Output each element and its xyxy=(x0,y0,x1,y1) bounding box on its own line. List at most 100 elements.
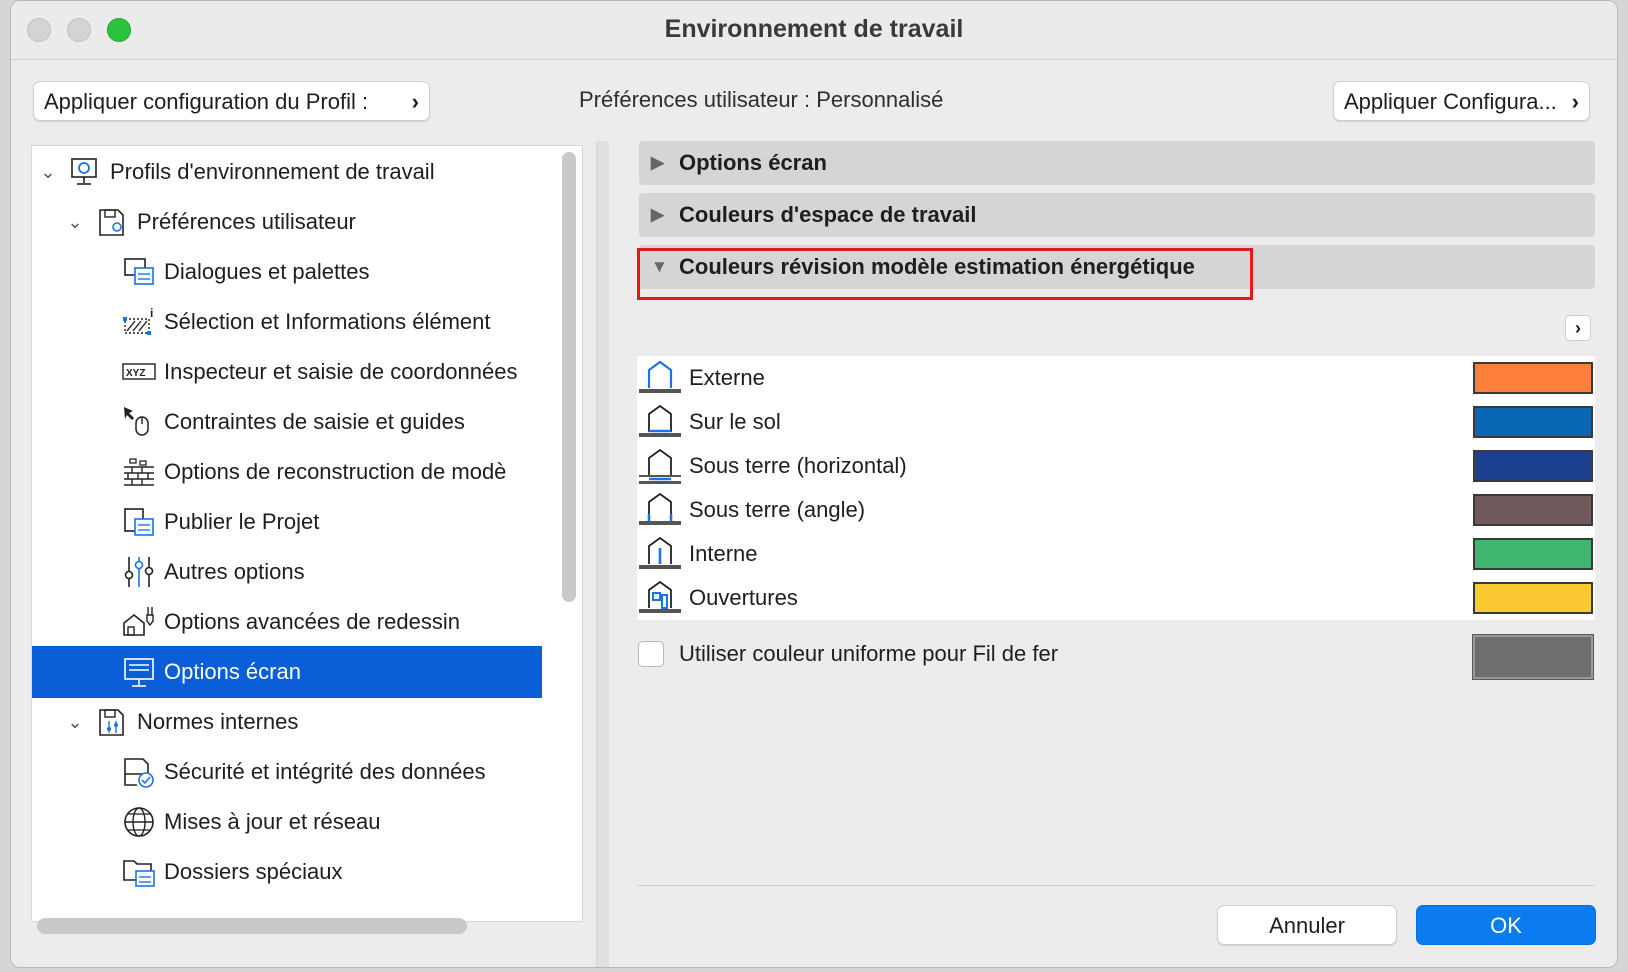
uniform-wireframe-checkbox[interactable] xyxy=(638,641,664,667)
section-title: Options écran xyxy=(679,150,827,175)
wireframe-color-swatch[interactable] xyxy=(1472,634,1594,680)
color-row-label: Sur le sol xyxy=(689,409,781,434)
window-title: Environnement de travail xyxy=(664,15,964,43)
apply-profile-button[interactable]: Appliquer configuration du Profil : › xyxy=(33,81,430,121)
tree-item-label: Préférences utilisateur xyxy=(137,209,356,234)
highlight-box xyxy=(637,248,1253,300)
color-row-label: Interne xyxy=(689,541,758,566)
color-row-underground-angle: Sous terre (angle) xyxy=(637,488,1595,532)
tree-horizontal-scrollbar[interactable] xyxy=(37,918,467,934)
uniform-wireframe-label: Utiliser couleur uniforme pour Fil de fe… xyxy=(679,641,1059,666)
model-rebuild-icon xyxy=(124,458,154,486)
tree-item-special-folders[interactable]: Dossiers spéciaux xyxy=(32,846,542,898)
expand-panel-button[interactable]: › xyxy=(1565,315,1591,341)
tree-item-label: Autres options xyxy=(164,559,305,584)
section-header-workspace-colors[interactable]: ▶ Couleurs d'espace de travail xyxy=(639,193,1595,237)
chevron-down-icon[interactable]: ⌄ xyxy=(65,696,85,748)
tree-vertical-scrollbar[interactable] xyxy=(562,152,576,602)
tree-item-screen-options[interactable]: Options écran xyxy=(32,646,542,698)
panel-splitter[interactable] xyxy=(596,141,609,967)
xyz-coordinates-icon: XYZ xyxy=(122,363,156,380)
chevron-right-icon: › xyxy=(1575,318,1581,338)
dialogs-palettes-icon xyxy=(124,258,154,285)
special-folders-icon xyxy=(123,860,155,887)
svg-text:XYZ: XYZ xyxy=(126,368,145,379)
color-row-underground-horizontal: Sous terre (horizontal) xyxy=(637,444,1595,488)
tree-item-model-rebuild[interactable]: Options de reconstruction de modè xyxy=(32,446,542,498)
tree-item-advanced-redraw[interactable]: Options avancées de redessin xyxy=(32,596,542,648)
apply-configuration-button[interactable]: Appliquer Configura... › xyxy=(1333,81,1590,121)
publish-project-icon xyxy=(124,508,154,536)
color-row-on-ground: Sur le sol xyxy=(637,400,1595,444)
tree-item-updates-network[interactable]: Mises à jour et réseau xyxy=(32,796,542,848)
tree-item-user-preferences[interactable]: ⌄ Préférences utilisateur xyxy=(32,196,542,248)
color-row-label: Sous terre (horizontal) xyxy=(689,453,907,478)
tree-item-selection-info[interactable]: i Sélection et Informations élément xyxy=(32,296,542,348)
workspace-profiles-icon xyxy=(71,158,97,185)
on-grade-surface-icon xyxy=(639,404,681,437)
chevron-right-icon: › xyxy=(411,89,419,114)
tree-item-label: Options écran xyxy=(164,659,301,684)
footer-separator xyxy=(637,885,1595,886)
tree-item-company-standards[interactable]: ⌄ Normes internes xyxy=(32,696,542,748)
internal-surface-icon xyxy=(639,536,681,569)
advanced-redraw-icon xyxy=(123,607,154,636)
section-header-screen-options[interactable]: ▶ Options écran xyxy=(639,141,1595,185)
tree-item-label: Options avancées de redessin xyxy=(164,609,460,634)
tree-item-label: Sélection et Informations élément xyxy=(164,309,491,334)
chevron-down-icon[interactable]: ⌄ xyxy=(38,146,58,198)
color-row-openings: Ouvertures xyxy=(637,576,1595,620)
tree-item-label: Mises à jour et réseau xyxy=(164,809,381,834)
input-constraints-icon xyxy=(124,407,149,436)
tree-item-label: Options de reconstruction de modè xyxy=(164,459,507,484)
tree-item-label: Profils d'environnement de travail xyxy=(110,159,435,184)
color-row-label: Ouvertures xyxy=(689,585,798,610)
workspace-environment-dialog: Environnement de travail Appliquer confi… xyxy=(10,0,1618,968)
ok-button[interactable]: OK xyxy=(1416,905,1596,945)
selection-info-icon: i xyxy=(123,306,153,335)
apply-profile-label: Appliquer configuration du Profil : xyxy=(44,89,369,114)
user-preferences-status: Préférences utilisateur : Personnalisé xyxy=(579,87,944,112)
tree-item-coordinates-inspector[interactable]: XYZ Inspecteur et saisie de coordonnées xyxy=(32,346,542,398)
tree-item-data-safety[interactable]: Sécurité et intégrité des données xyxy=(32,746,542,798)
color-swatch[interactable] xyxy=(1473,362,1593,394)
tree-horizontal-scroll-area xyxy=(31,916,581,946)
svg-text:i: i xyxy=(150,306,153,320)
section-title: Couleurs d'espace de travail xyxy=(679,202,977,227)
tree-item-dialogs-palettes[interactable]: Dialogues et palettes xyxy=(32,246,542,298)
color-row-label: Externe xyxy=(689,365,765,390)
energy-color-list: Externe Sur le sol Sous terre (horizonta… xyxy=(637,356,1595,620)
tree-item-publish-project[interactable]: Publier le Projet xyxy=(32,496,542,548)
chevron-right-icon: › xyxy=(1571,89,1579,114)
tree-item-workspace-profiles[interactable]: ⌄ Profils d'environnement de travail xyxy=(32,146,542,198)
tree-item-label: Sécurité et intégrité des données xyxy=(164,759,486,784)
tree-item-label: Contraintes de saisie et guides xyxy=(164,409,465,434)
tree-item-label: Dossiers spéciaux xyxy=(164,859,343,884)
cancel-button[interactable]: Annuler xyxy=(1217,905,1397,945)
color-row-internal: Interne xyxy=(637,532,1595,576)
disclosure-right-icon: ▶ xyxy=(651,205,665,224)
color-swatch[interactable] xyxy=(1473,450,1593,482)
tree-item-label: Publier le Projet xyxy=(164,509,320,534)
tree-item-input-constraints[interactable]: Contraintes de saisie et guides xyxy=(32,396,542,448)
data-safety-icon xyxy=(124,758,154,788)
apply-configuration-label: Appliquer Configura... xyxy=(1344,89,1557,114)
tree-item-other-options[interactable]: Autres options xyxy=(32,546,542,598)
color-swatch[interactable] xyxy=(1473,406,1593,438)
title-bar: Environnement de travail xyxy=(11,1,1617,60)
color-swatch[interactable] xyxy=(1473,538,1593,570)
disclosure-right-icon: ▶ xyxy=(651,153,665,172)
color-swatch[interactable] xyxy=(1473,494,1593,526)
company-standards-icon xyxy=(99,709,124,736)
globe-icon xyxy=(124,807,154,837)
tree-item-label: Inspecteur et saisie de coordonnées xyxy=(164,359,518,384)
user-preferences-icon xyxy=(99,209,124,236)
tree-item-label: Normes internes xyxy=(137,709,299,734)
chevron-down-icon[interactable]: ⌄ xyxy=(65,196,85,248)
tree-item-label: Dialogues et palettes xyxy=(164,259,370,284)
color-row-external: Externe xyxy=(637,356,1595,400)
sliders-icon xyxy=(124,557,154,587)
color-row-label: Sous terre (angle) xyxy=(689,497,866,522)
openings-icon xyxy=(639,580,681,613)
color-swatch[interactable] xyxy=(1473,582,1593,614)
